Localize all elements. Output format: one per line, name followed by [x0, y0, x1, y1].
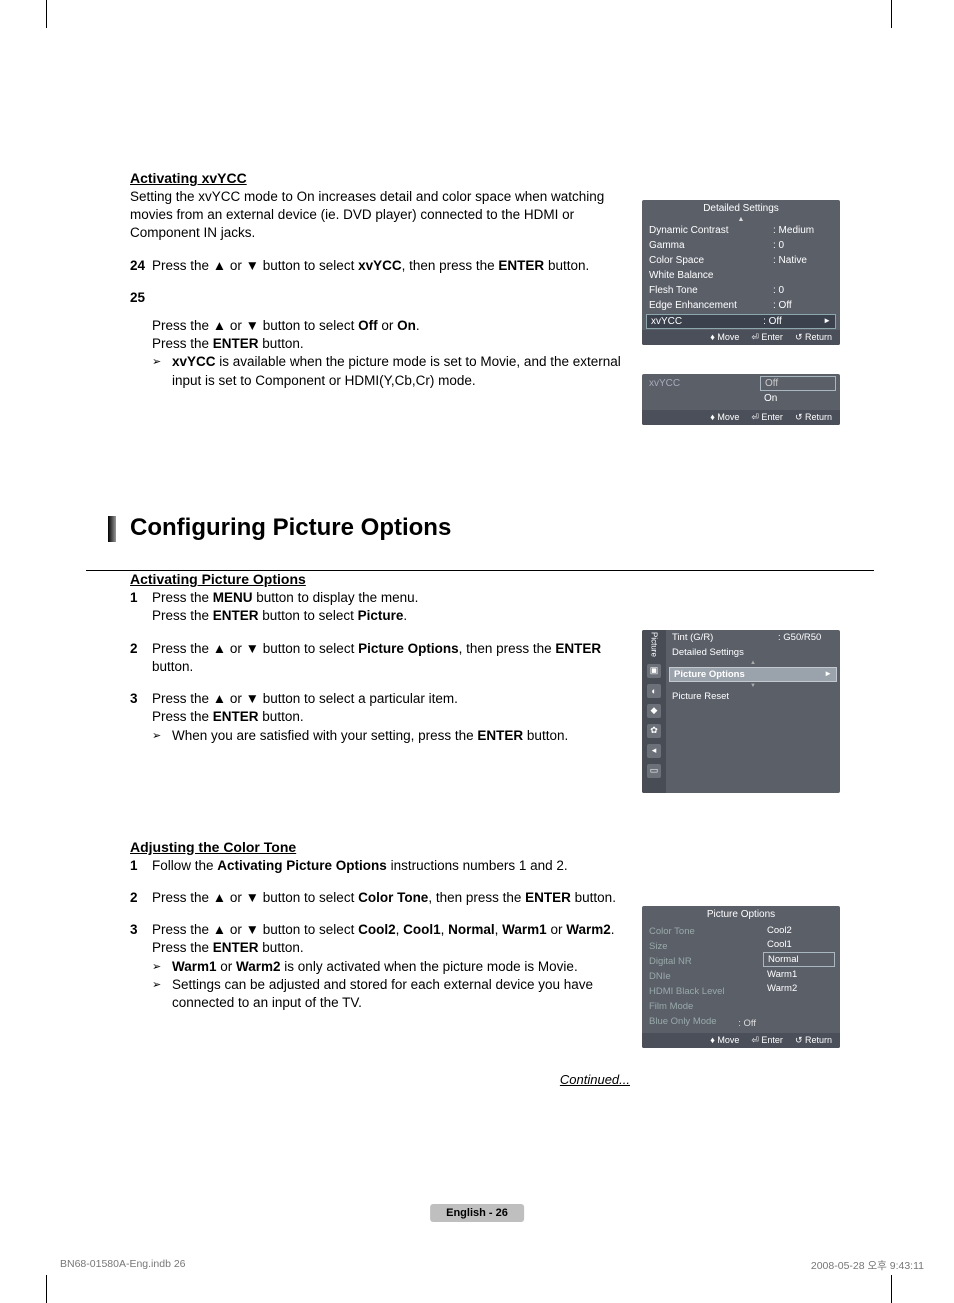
- note-pointer-icon: ➢: [152, 729, 170, 747]
- scroll-up-icon: ▲: [642, 216, 840, 223]
- step-number: 24: [130, 257, 152, 289]
- footer-enter: ⏎ Enter: [751, 332, 783, 343]
- picture-icon: ▣: [647, 664, 661, 678]
- intro-text: Setting the xvYCC mode to On increases d…: [130, 188, 630, 243]
- subheading-activating-picture-options: Activating Picture Options: [130, 571, 874, 587]
- note-pointer-icon: ➢: [152, 960, 170, 978]
- osd-picture-menu: Picture ▣ ◐ ◆ ✿ ◂ ▭ Tint (G/R): G50/R50 …: [642, 630, 840, 793]
- note-pointer-icon: ➢: [152, 355, 170, 391]
- setup-icon: ✿: [647, 724, 661, 738]
- osd-option-on: On: [760, 392, 836, 405]
- input-icon: ◂: [647, 744, 661, 758]
- section-title-marker: [108, 516, 116, 542]
- subheading-activating-xvycc: Activating xvYCC: [130, 170, 874, 186]
- osd-detailed-settings: Detailed Settings ▲ Dynamic Contrast: Me…: [642, 200, 840, 345]
- print-footer-timestamp: 2008-05-28 오후 9:43:11: [811, 1258, 924, 1273]
- sound-icon: ◐: [647, 684, 661, 698]
- osd-selected-row: xvYCC: Off►: [646, 314, 836, 329]
- subheading-adjusting-color-tone: Adjusting the Color Tone: [130, 839, 874, 855]
- note-pointer-icon: ➢: [152, 978, 170, 1014]
- step-number: 25: [130, 289, 152, 404]
- print-footer-file: BN68-01580A-Eng.indb 26: [60, 1258, 186, 1273]
- channel-icon: ◆: [647, 704, 661, 718]
- osd-option-selected: Normal: [763, 952, 835, 967]
- footer-move: ♦ Move: [710, 332, 739, 343]
- osd-category-label: Picture: [650, 632, 659, 657]
- osd-selected-row: Picture Options►: [669, 667, 837, 682]
- scroll-indicator-icon: ▲: [666, 660, 840, 666]
- page-number-pill: English - 26: [430, 1203, 524, 1221]
- chevron-right-icon: ►: [824, 669, 832, 680]
- osd-title: Detailed Settings: [642, 200, 840, 216]
- osd-popup-label: xvYCC: [642, 374, 760, 410]
- step-text: Press the ▲ or ▼ button to select xvYCC,…: [152, 257, 630, 275]
- footer-return: ↺ Return: [795, 332, 832, 343]
- osd-picture-options-popup: Picture Options Color Tone Size Digital …: [642, 906, 840, 1048]
- step-text: Press the ▲ or ▼ button to select Off or…: [152, 317, 630, 390]
- osd-title: Picture Options: [642, 906, 840, 922]
- chevron-right-icon: ►: [823, 316, 831, 327]
- application-icon: ▭: [647, 764, 661, 778]
- osd-option-off: Off: [760, 376, 836, 391]
- continued-marker: Continued...: [130, 1072, 630, 1087]
- osd-xvycc-popup: xvYCC Off On ♦ Move ⏎ Enter ↺ Return: [642, 374, 840, 425]
- section-title: Configuring Picture Options: [130, 514, 451, 542]
